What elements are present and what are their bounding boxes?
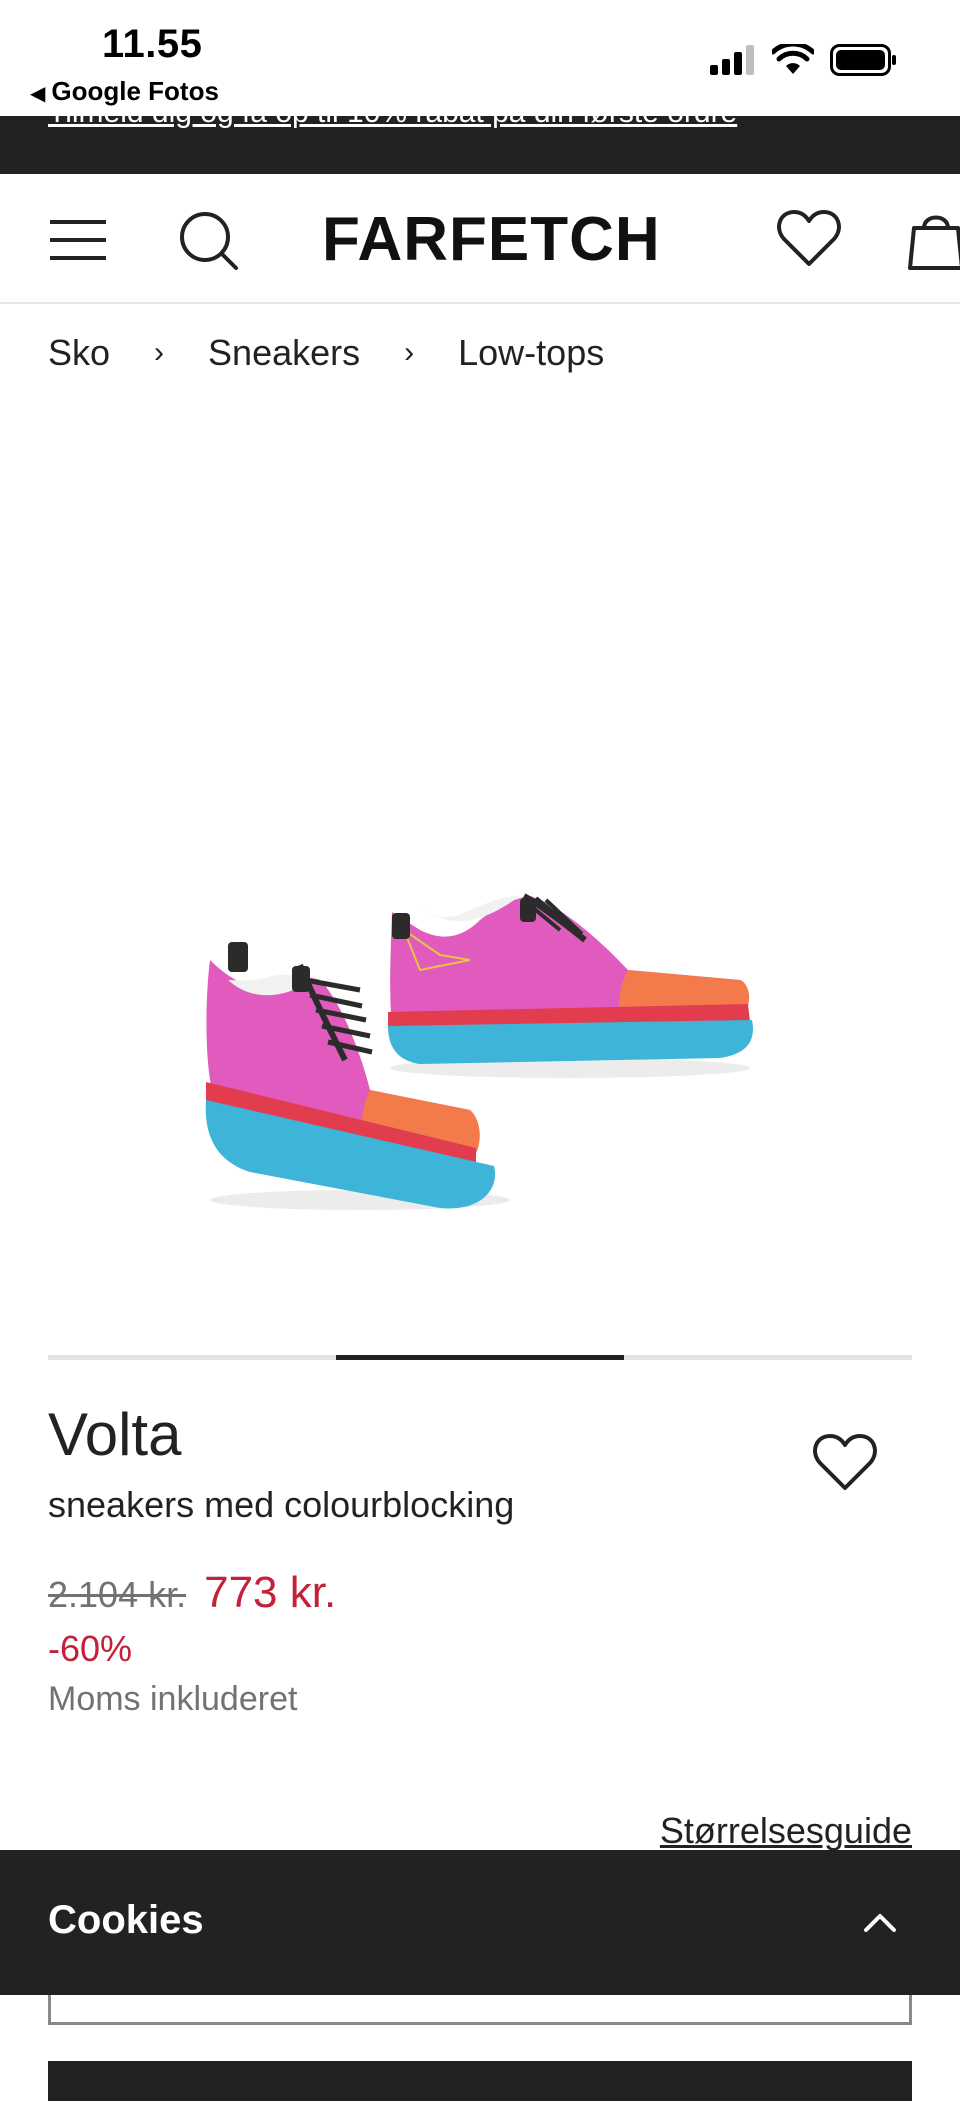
status-bar: 11.55 ◀ Google Fotos — [0, 0, 960, 116]
product-wishlist-heart-icon[interactable] — [812, 1432, 878, 1494]
back-to-app-link[interactable]: ◀ Google Fotos — [30, 76, 219, 107]
shopping-bag-icon[interactable] — [908, 208, 960, 272]
menu-button[interactable] — [48, 218, 108, 262]
back-arrow-icon: ◀ — [30, 83, 46, 105]
discount-badge: -60% — [48, 1628, 133, 1669]
wifi-icon — [772, 44, 814, 74]
breadcrumb-item-sko[interactable]: Sko — [48, 332, 110, 374]
add-to-bag-button[interactable] — [48, 2061, 912, 2101]
sale-price: 773 kr. — [204, 1568, 337, 1617]
status-time: 11.55 — [102, 22, 203, 66]
price-row: 2.104 kr. 773 kr. — [48, 1568, 336, 1618]
cookies-title: Cookies — [48, 1898, 204, 1942]
breadcrumb-chevron-icon: › — [154, 336, 165, 369]
site-header: FARFETCH — [0, 174, 960, 304]
battery-icon — [830, 44, 896, 76]
size-select[interactable] — [48, 1995, 912, 2025]
size-guide-link[interactable]: Størrelsesguide — [660, 1810, 912, 1852]
chevron-up-icon[interactable] — [858, 1900, 902, 1944]
sneaker-illustration-back — [388, 893, 753, 1078]
image-carousel-progress[interactable] — [48, 1355, 912, 1360]
original-price: 2.104 kr. — [48, 1574, 187, 1615]
breadcrumb: Sko › Sneakers › Low-tops — [48, 332, 604, 374]
breadcrumb-item-low-tops[interactable]: Low-tops — [458, 332, 604, 374]
signal-icon — [710, 45, 754, 75]
cookies-banner[interactable]: Cookies — [0, 1850, 960, 1995]
search-icon[interactable] — [178, 210, 240, 272]
product-brand[interactable]: Volta — [48, 1400, 181, 1469]
image-carousel-progress-fill — [335, 1355, 624, 1360]
farfetch-logo[interactable]: FARFETCH — [322, 204, 661, 275]
hamburger-menu-icon-bar — [50, 256, 106, 260]
hamburger-menu-icon-bar — [50, 238, 106, 242]
wishlist-heart-icon[interactable] — [776, 208, 842, 270]
product-image[interactable] — [0, 400, 960, 1340]
status-icons — [710, 44, 898, 76]
vat-note: Moms inkluderet — [48, 1680, 298, 1718]
promo-banner[interactable]: Tilmeld dig og få op til 10% rabat på di… — [0, 116, 960, 174]
product-name: sneakers med colourblocking — [48, 1484, 515, 1525]
promo-banner-text[interactable]: Tilmeld dig og få op til 10% rabat på di… — [48, 116, 737, 130]
hamburger-menu-icon-bar — [50, 220, 106, 224]
breadcrumb-item-sneakers[interactable]: Sneakers — [208, 332, 360, 374]
breadcrumb-chevron-icon: › — [404, 336, 415, 369]
back-app-label: Google Fotos — [51, 76, 219, 106]
